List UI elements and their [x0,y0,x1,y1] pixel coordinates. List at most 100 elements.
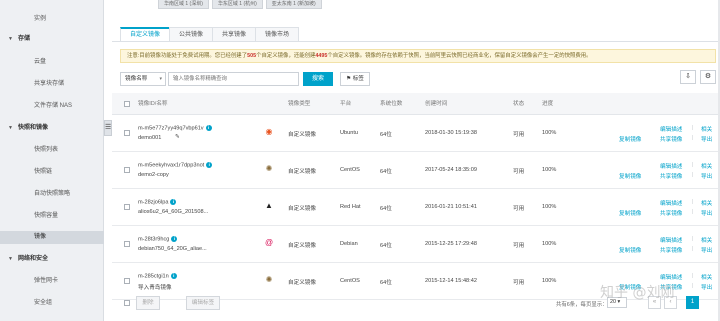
export-link[interactable]: 导出 [701,209,712,217]
edit-description-link[interactable]: 编辑描述 [660,199,682,207]
status: 可用 [513,243,525,249]
sidebar-item[interactable]: 快照链 [0,166,104,179]
row-checkbox[interactable] [124,130,130,136]
info-icon[interactable]: i [205,125,212,131]
share-image-link[interactable]: 共享镜像 [660,172,682,180]
related-link[interactable]: 相关 [701,199,712,207]
image-id-text: m-28t3r9hcg [138,236,170,243]
footer-select-all-checkbox[interactable] [124,300,130,306]
edit-description-link[interactable]: 编辑描述 [660,236,682,244]
row-checkbox[interactable] [124,167,130,173]
notice-banner: 注意:目前镜像功能处于免费试用期。您已经创建了505个自定义镜像，还能创建449… [120,49,716,63]
tab-image-market[interactable]: 镜像市场 [255,27,300,42]
separator: | [692,162,694,168]
copy-image-link[interactable]: 复制镜像 [619,172,641,180]
table-row[interactable]: m-28zjo6lpa i alios6u2_64_60G_201508... ▲ 自定… [112,190,720,226]
select-all-checkbox[interactable] [124,101,130,107]
sidebar-item[interactable]: 快照容量 [0,210,104,223]
column-header: 镜像类型 [288,101,311,107]
related-link[interactable]: 相关 [701,125,712,133]
sidebar-group[interactable]: ▼ 存储 [0,33,104,46]
progress: 100% [542,278,557,284]
tag-button[interactable]: ⚑ 标签 [340,72,370,86]
status: 可用 [513,132,525,138]
info-icon[interactable]: i [206,162,213,168]
share-image-link[interactable]: 共享镜像 [660,135,682,143]
row-checkbox[interactable] [124,241,130,247]
created-time: 2018-01-30 15:19:38 [425,130,477,136]
sidebar-item-label: 文件存储 NAS [34,103,73,109]
export-link[interactable]: 导出 [701,283,712,291]
copy-image-link[interactable]: 复制镜像 [619,209,641,217]
sidebar-item[interactable]: 自动快照策略 [0,188,104,201]
tab-public-images[interactable]: 公共镜像 [169,27,214,42]
search-button[interactable]: 搜索 [303,72,333,86]
sidebar-item[interactable]: 文件存储 NAS [0,100,104,113]
region-tab[interactable]: 华南区域 1 (深圳) [158,0,209,9]
sidebar-group[interactable]: ▼ 快照和镜像 [0,122,104,135]
search-input[interactable] [168,72,299,86]
table-row[interactable]: m-28t3r9hcg i debian750_64_20G_aliae... @ 自定… [112,227,720,263]
table-row[interactable]: m-m5e77z7yy49q7vbp61v i demo001 ◉ 自定义镜像 Ubunt… [112,116,720,152]
image-id-text: m-m5eekyhvax1r7dpp3not [138,162,205,169]
tab-custom-images[interactable]: 自定义镜像 [120,27,171,42]
copy-image-link[interactable]: 复制镜像 [619,246,641,254]
sidebar-item[interactable]: 镜像 [0,231,104,244]
caret-down-icon: ▼ [8,36,13,42]
delete-button[interactable]: 删除 [136,296,160,310]
edit-description-link[interactable]: 编辑描述 [660,273,682,281]
region-tab[interactable]: 华东区域 1 (杭州) [211,0,263,9]
sidebar-item-label: 快照链 [34,169,53,175]
notice-suffix: 个自定义镜像。镜像的存在依赖于快照，当前阿里云快照已经商业化，保留自定义镜像会产… [327,53,592,59]
progress: 100% [542,130,557,136]
related-link[interactable]: 相关 [701,162,712,170]
watermark: 知乎 @刘刚 [600,285,675,301]
related-link[interactable]: 相关 [701,273,712,281]
edit-tag-button[interactable]: 编辑标签 [186,296,220,310]
sidebar-item[interactable]: 弹性网卡 [0,275,104,288]
related-link[interactable]: 相关 [701,236,712,244]
table-row[interactable]: m-m5eekyhvax1r7dpp3not i demo2-copy ✺ 自定义镜像 C… [112,153,720,189]
tab-shared-images[interactable]: 共享镜像 [212,27,257,42]
sidebar-collapse-handle[interactable]: ☰ [104,120,112,136]
progress: 100% [542,167,557,173]
image-type: 自定义镜像 [288,169,316,175]
row-checkbox[interactable] [124,204,130,210]
page-current[interactable]: 1 [686,296,699,309]
status: 可用 [513,169,525,175]
sidebar-item[interactable]: 云盘 [0,56,104,69]
edit-description-link[interactable]: 编辑描述 [660,125,682,133]
column-header: 平台 [340,101,352,107]
share-image-link[interactable]: 共享镜像 [660,246,682,254]
sidebar-item[interactable]: 安全组 [0,297,104,310]
platform: Red Hat [340,204,361,210]
info-icon[interactable]: i [171,236,178,242]
image-type: 自定义镜像 [288,132,316,138]
created-time: 2015-12-25 17:29:48 [425,241,477,247]
sidebar: 实例 ▼ 存储云盘共享块存储文件存储 NAS ▼ 快照和镜像 快照列表快照链自动快照策略快… [0,0,104,321]
edit-description-link[interactable]: 编辑描述 [660,162,682,170]
platform: CentOS [340,278,360,284]
export-icon[interactable]: ⇩ [680,70,696,84]
region-tab[interactable]: 亚太东南 1 (新加坡) [265,0,322,9]
share-image-link[interactable]: 共享镜像 [660,209,682,217]
export-link[interactable]: 导出 [701,172,712,180]
info-icon[interactable]: i [170,273,177,279]
filter-select[interactable]: 镜像名称 ▾ [120,72,166,86]
image-id: m-m5e77z7yy49q7vbp61v i [138,125,212,131]
sidebar-item[interactable]: 实例 [0,13,104,26]
sidebar-item[interactable]: 共享块存储 [0,78,104,91]
gear-icon[interactable]: ⚙ [700,70,716,84]
edit-name-icon[interactable]: ✎ [175,134,180,140]
export-link[interactable]: 导出 [701,246,712,254]
created-time: 2015-12-14 15:48:42 [425,278,477,284]
sidebar-group[interactable]: ▼ 网络和安全 [0,253,104,266]
notice-count-left: 4495 [315,53,328,59]
copy-image-link[interactable]: 复制镜像 [619,135,641,143]
row-checkbox[interactable] [124,278,130,284]
column-header: 系统位数 [380,101,403,107]
export-link[interactable]: 导出 [701,135,712,143]
sidebar-item[interactable]: 快照列表 [0,144,104,157]
info-icon[interactable]: i [170,199,177,205]
platform: Debian [340,241,358,247]
